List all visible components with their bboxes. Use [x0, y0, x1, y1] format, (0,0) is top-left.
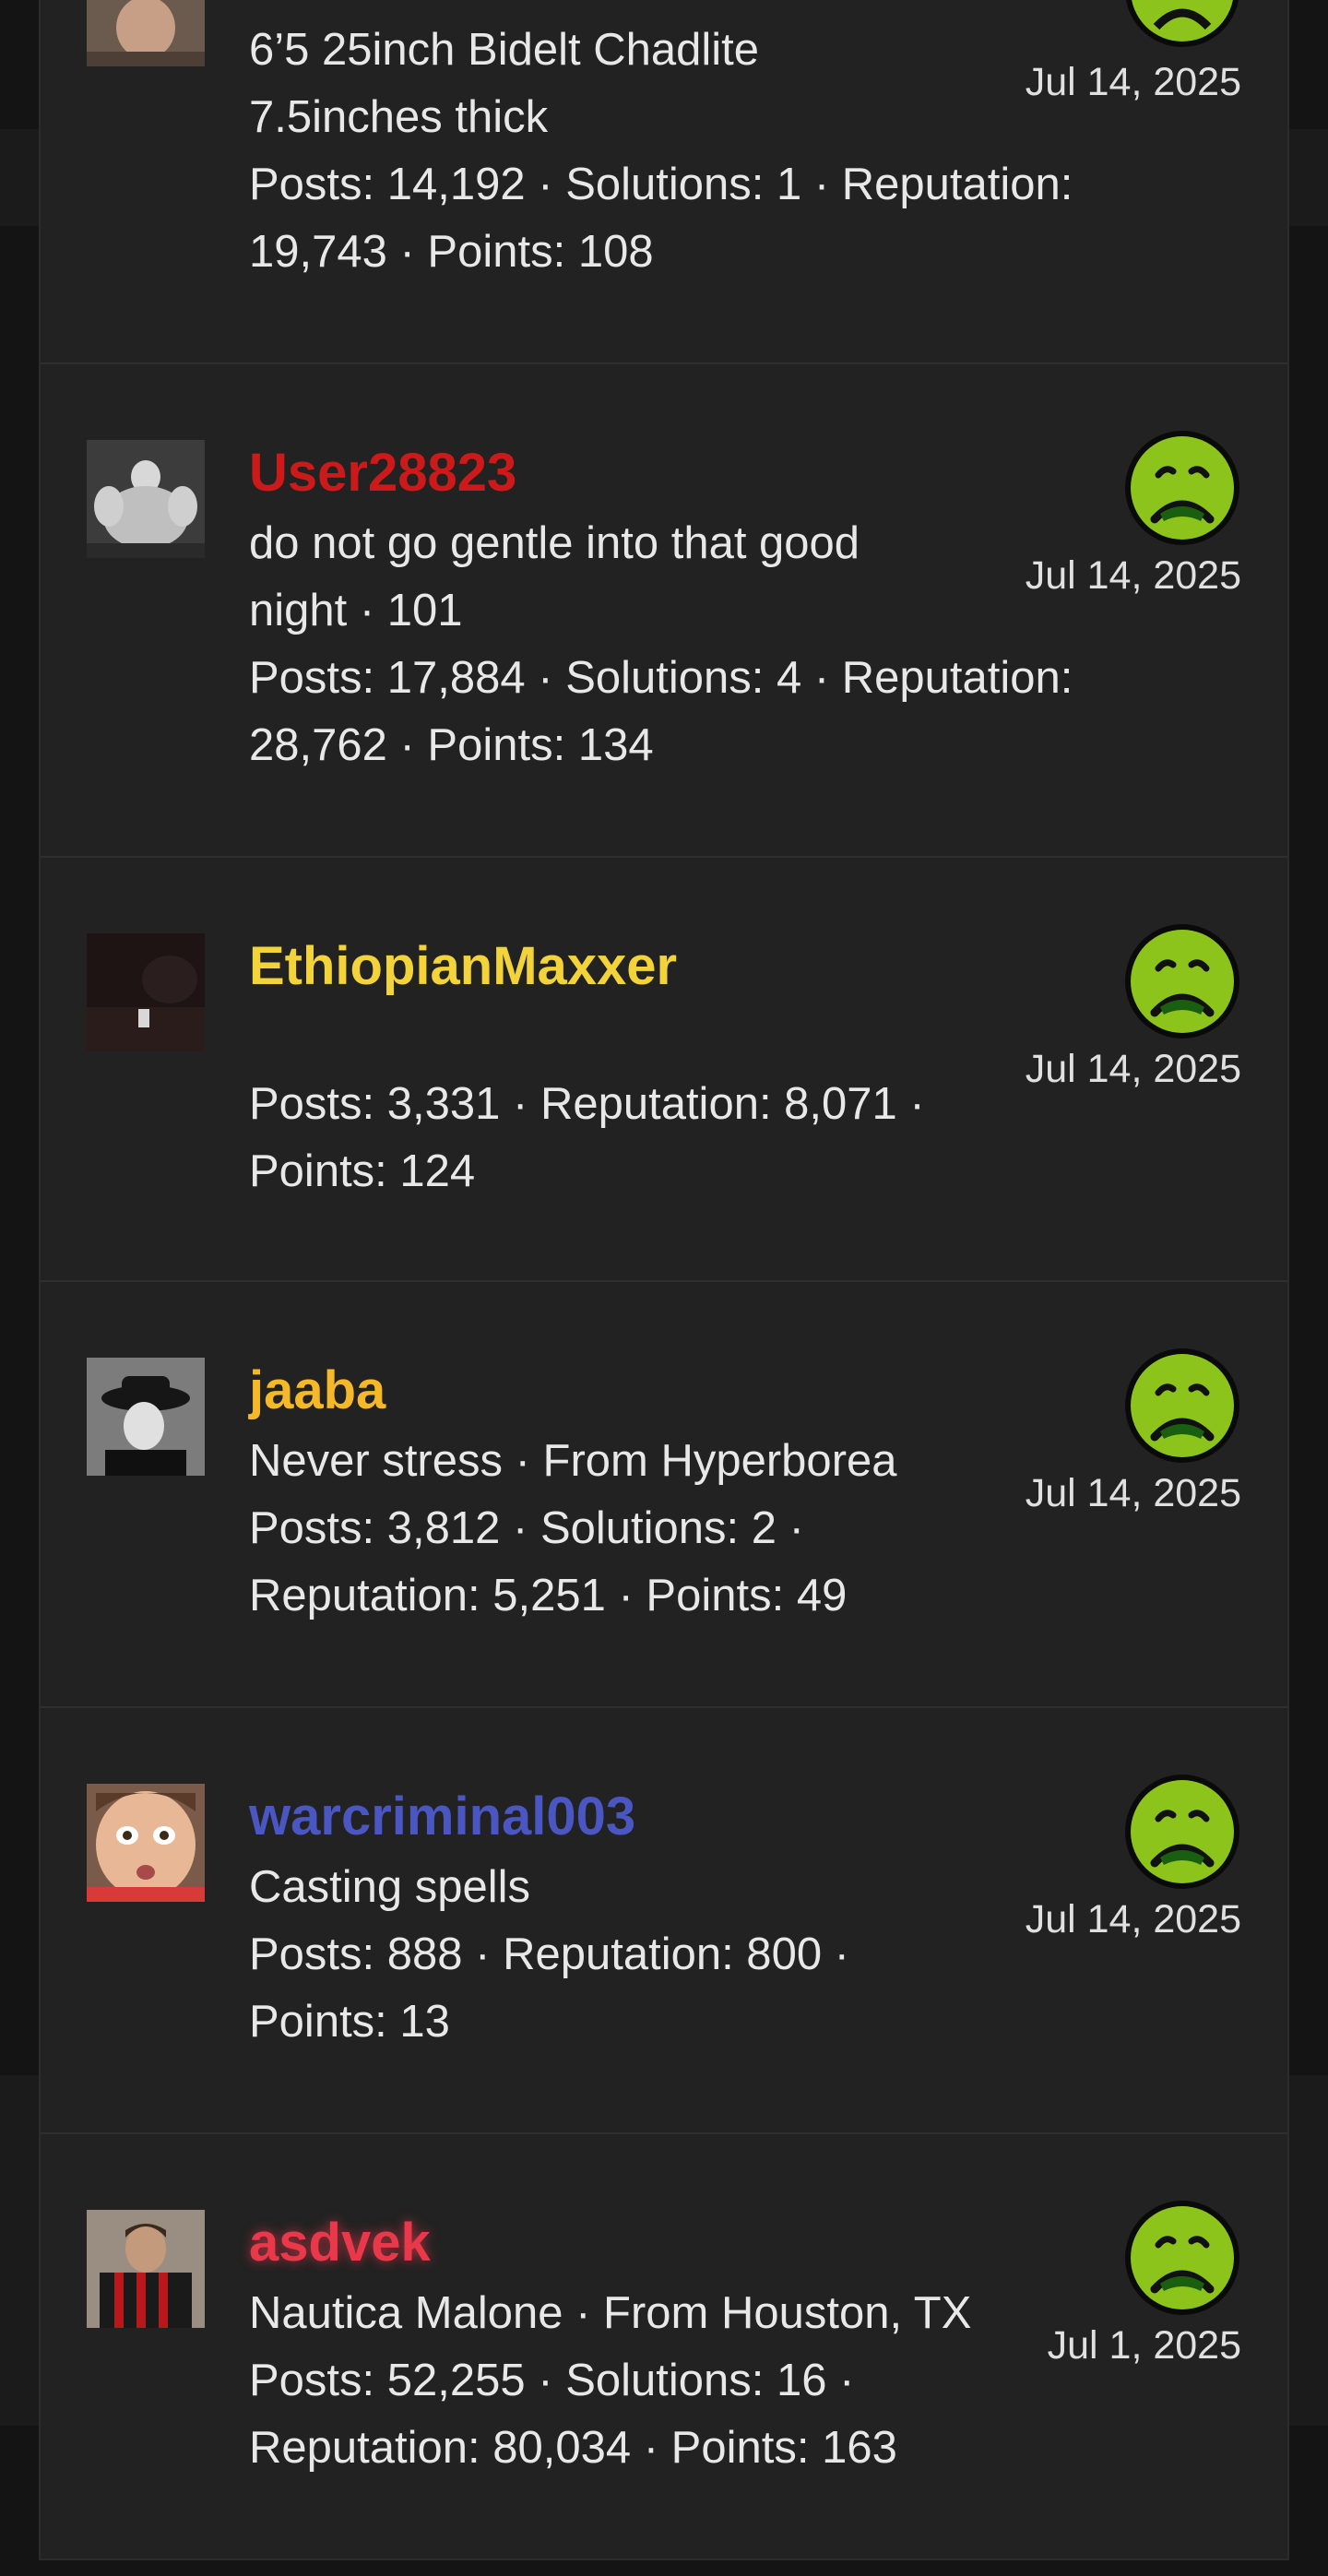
username[interactable]: jaaba [249, 1354, 1061, 1428]
user-stats: Posts: 3,812 · Solutions: 2 · [249, 1503, 804, 1553]
username[interactable]: warcriminal003 [249, 1780, 1061, 1854]
reaction-date[interactable]: Jul 14, 2025 [1026, 1047, 1241, 1092]
user-avatar[interactable] [87, 0, 205, 66]
reaction-row: EthiopianMaxxer Posts: 3,331 · Reputatio… [41, 858, 1287, 1282]
user-title: night · 101 [249, 586, 463, 635]
user-stats: Points: 124 [249, 1146, 476, 1196]
reaction-row: warcriminal003 Casting spells Posts: 888… [41, 1708, 1287, 2134]
user-title: Never stress · From Hyperborea [249, 1436, 897, 1486]
sick-face-icon [1123, 429, 1241, 547]
reaction-row: User28823 do not go gentle into that goo… [41, 364, 1287, 858]
username[interactable]: User28823 [249, 436, 1061, 510]
user-avatar[interactable] [87, 440, 205, 558]
user-avatar[interactable] [87, 2210, 205, 2328]
user-stats: Reputation: 80,034 · Points: 163 [249, 2423, 897, 2473]
reaction-list-panel: 6’5 25inch Bidelt Chadlite 7.5inches thi… [39, 0, 1289, 2560]
reaction-row: 6’5 25inch Bidelt Chadlite 7.5inches thi… [41, 0, 1287, 364]
user-title: do not go gentle into that good [249, 518, 860, 568]
reaction-date[interactable]: Jul 14, 2025 [1026, 1897, 1241, 1942]
user-title: Nautica Malone · From Houston, TX [249, 2288, 972, 2338]
sick-face-icon [1123, 2199, 1241, 2317]
sick-face-icon [1123, 1773, 1241, 1891]
user-avatar[interactable] [87, 1784, 205, 1902]
reaction-date[interactable]: Jul 14, 2025 [1026, 553, 1241, 599]
user-stats: Posts: 14,192 · Solutions: 1 · Reputatio… [249, 160, 1073, 209]
reaction-date[interactable]: Jul 1, 2025 [1048, 2323, 1241, 2368]
user-stats: Reputation: 5,251 · Points: 49 [249, 1571, 848, 1620]
user-title: 6’5 25inch Bidelt Chadlite [249, 25, 759, 75]
user-stats: Points: 13 [249, 1997, 450, 2047]
reaction-date[interactable]: Jul 14, 2025 [1026, 1471, 1241, 1516]
user-stats: Posts: 52,255 · Solutions: 16 · [249, 2356, 855, 2405]
user-stats: Posts: 888 · Reputation: 800 · [249, 1929, 849, 1979]
username[interactable]: asdvek [249, 2206, 1061, 2280]
user-stats: Posts: 3,331 · Reputation: 8,071 · [249, 1079, 925, 1129]
reaction-row: asdvek Nautica Malone · From Houston, TX… [41, 2134, 1287, 2560]
sick-face-icon [1123, 0, 1241, 49]
reaction-row: jaaba Never stress · From Hyperborea Pos… [41, 1282, 1287, 1708]
user-title: 7.5inches thick [249, 92, 549, 142]
user-stats: 28,762 · Points: 134 [249, 720, 654, 770]
username[interactable]: EthiopianMaxxer [249, 930, 1061, 1003]
sick-face-icon [1123, 1347, 1241, 1465]
sick-face-icon [1123, 922, 1241, 1040]
reaction-date[interactable]: Jul 14, 2025 [1026, 60, 1241, 105]
user-title: Casting spells [249, 1862, 531, 1912]
user-stats: Posts: 17,884 · Solutions: 4 · Reputatio… [249, 653, 1073, 703]
user-avatar[interactable] [87, 933, 205, 1051]
user-stats: 19,743 · Points: 108 [249, 227, 654, 277]
user-avatar[interactable] [87, 1358, 205, 1476]
